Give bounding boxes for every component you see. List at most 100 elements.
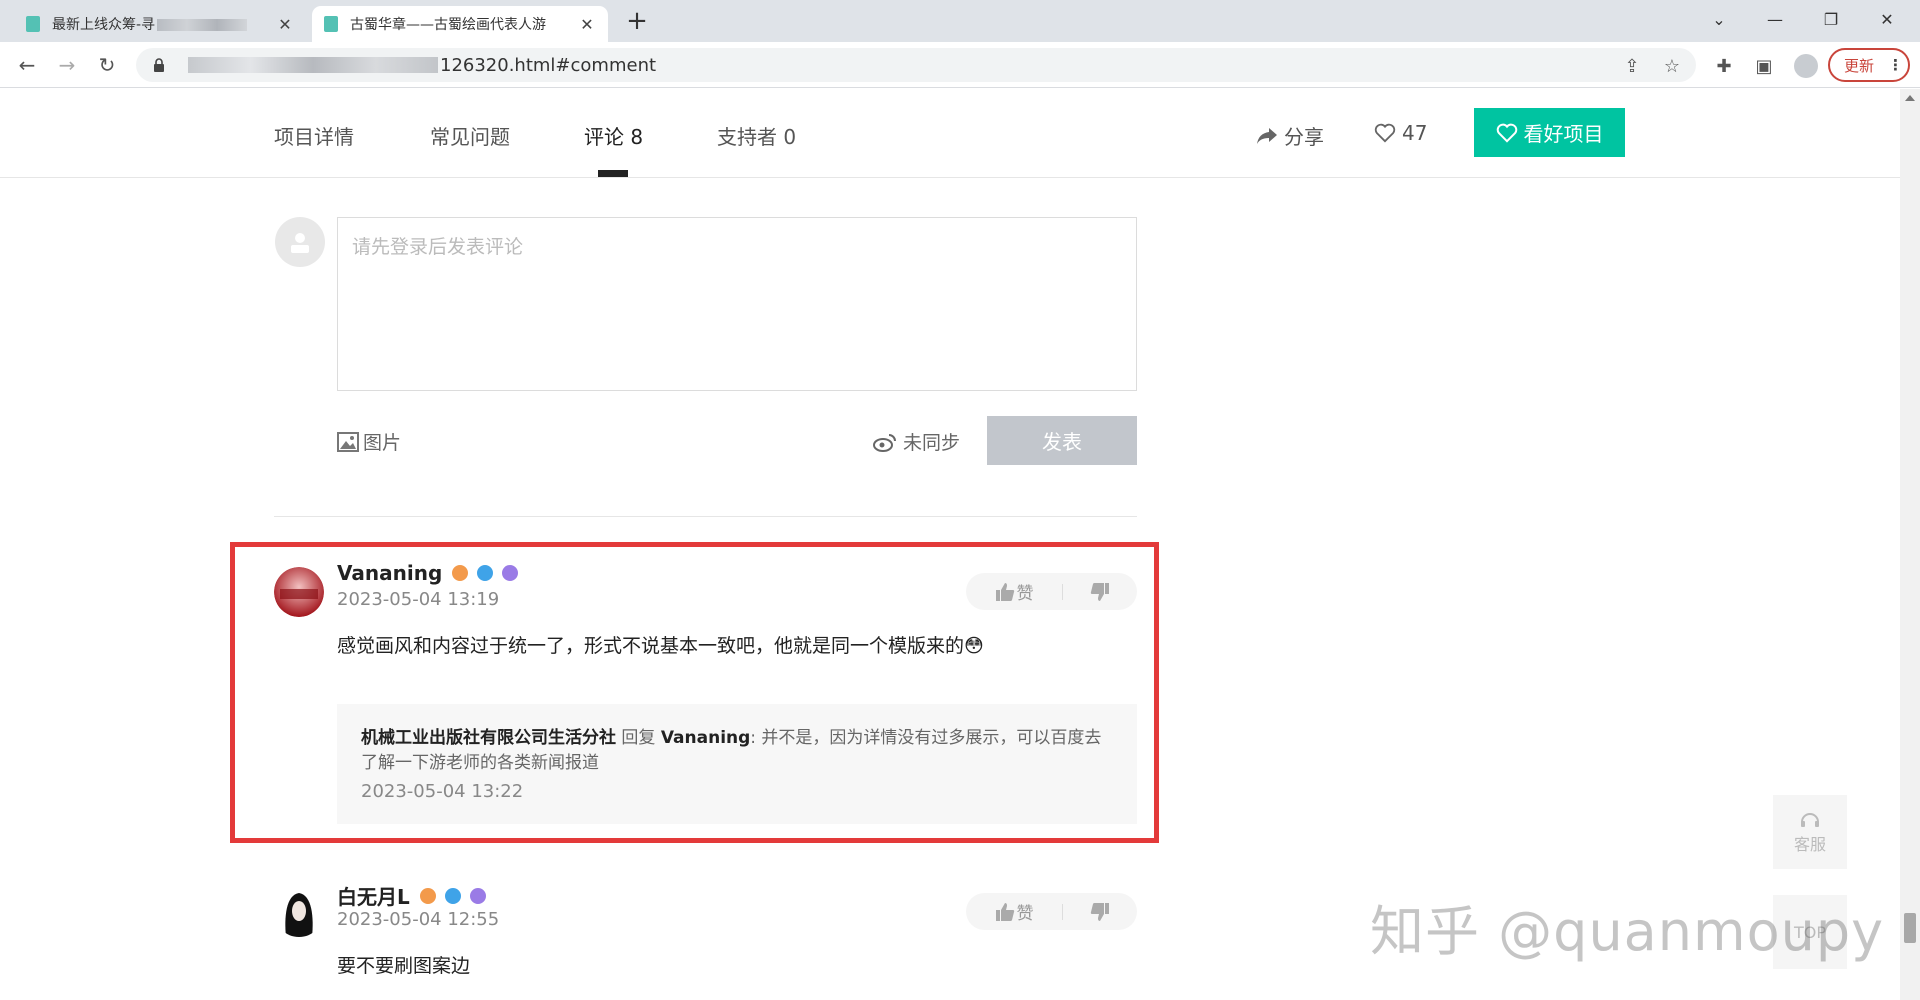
reply-action: 回复 bbox=[616, 728, 661, 748]
verified-badge-icon bbox=[442, 885, 463, 906]
url-text: 126320.html#comment bbox=[440, 54, 657, 76]
comment-input-box[interactable] bbox=[337, 217, 1137, 391]
watermark-text: 知乎 @quanmoupy bbox=[1370, 900, 1885, 963]
address-bar-row: ← → ↻ 126320.html#comment ⇪ ☆ ✚ ▣ bbox=[0, 42, 1920, 88]
weibo-sync-toggle[interactable]: 未同步 bbox=[873, 428, 960, 455]
add-image-button[interactable]: 图片 bbox=[337, 428, 401, 455]
site-favicon-icon bbox=[324, 16, 338, 32]
browser-tab-title: 最新上线众筹-寻 bbox=[52, 14, 276, 34]
restore-icon[interactable]: ❐ bbox=[1808, 0, 1854, 38]
comment-time: 2023-05-04 13:19 bbox=[337, 589, 500, 610]
like-count-button[interactable]: 47 bbox=[1374, 121, 1427, 145]
dislike-button[interactable] bbox=[1063, 902, 1137, 922]
vote-bar: 赞 bbox=[966, 573, 1137, 610]
update-button[interactable]: 更新 ⋮ bbox=[1828, 48, 1910, 82]
share-label: 分享 bbox=[1284, 125, 1324, 149]
vote-bar: 赞 bbox=[966, 893, 1137, 930]
page-scrollbar[interactable] bbox=[1900, 89, 1920, 1000]
heart-outline-icon bbox=[1374, 123, 1396, 143]
bookmark-star-icon[interactable]: ☆ bbox=[1662, 56, 1682, 77]
url-field[interactable]: 126320.html#comment bbox=[136, 48, 1696, 82]
comment-time: 2023-05-04 12:55 bbox=[337, 909, 500, 930]
level-badge-icon bbox=[417, 885, 438, 906]
share-button[interactable]: 分享 bbox=[1256, 121, 1324, 150]
close-window-icon[interactable]: ✕ bbox=[1864, 0, 1910, 38]
minimize-icon[interactable]: — bbox=[1752, 0, 1798, 38]
commenter-name[interactable]: 白无月L bbox=[337, 881, 488, 910]
reply-author[interactable]: 机械工业出版社有限公司生活分社 bbox=[361, 728, 616, 748]
new-tab-button[interactable]: + bbox=[622, 6, 652, 36]
commenter-name[interactable]: Vananing bbox=[337, 561, 521, 585]
sync-label: 未同步 bbox=[903, 432, 961, 454]
commenter-name-text: 白无月L bbox=[337, 885, 410, 909]
reply-item: 机械工业出版社有限公司生活分社 回复 Vananing: 并不是，因为详情没有过… bbox=[337, 704, 1137, 824]
commenter-avatar-image bbox=[274, 567, 324, 617]
browser-tab-title: 古蜀华章——古蜀绘画代表人游 bbox=[350, 17, 546, 33]
verified-badge-icon bbox=[475, 563, 496, 583]
more-menu-icon[interactable]: ⋮ bbox=[1888, 56, 1903, 74]
project-subnav: 项目详情 常见问题 评论 8 支持者 0 分享 47 看好项目 bbox=[0, 89, 1900, 178]
thumbs-up-icon bbox=[995, 902, 1014, 921]
active-tab-indicator bbox=[598, 170, 628, 177]
post-comment-button[interactable]: 发表 bbox=[987, 416, 1137, 465]
comment-item: 白无月L 2023-05-04 12:55 赞 要不要刷图案边 bbox=[274, 885, 1137, 1000]
thumbs-up-icon bbox=[995, 582, 1014, 601]
add-image-label: 图片 bbox=[363, 432, 402, 454]
blurred-url bbox=[188, 57, 438, 73]
share-page-icon[interactable]: ⇪ bbox=[1622, 56, 1642, 77]
blurred-text bbox=[157, 19, 248, 31]
close-tab-icon[interactable]: ✕ bbox=[578, 15, 596, 34]
back-button[interactable]: ← bbox=[12, 50, 42, 80]
profile-avatar-icon[interactable] bbox=[1794, 54, 1818, 78]
image-icon bbox=[337, 431, 359, 452]
favorite-project-button[interactable]: 看好项目 bbox=[1474, 108, 1625, 157]
star-badge-icon bbox=[500, 563, 521, 583]
like-button[interactable]: 赞 bbox=[966, 579, 1062, 604]
customer-service-label: 客服 bbox=[1793, 835, 1826, 854]
commenter-avatar[interactable] bbox=[274, 887, 324, 937]
headset-icon bbox=[1801, 813, 1819, 827]
thumbs-down-icon bbox=[1090, 902, 1109, 921]
commenter-avatar[interactable] bbox=[274, 567, 324, 617]
reload-button[interactable]: ↻ bbox=[92, 50, 122, 80]
dislike-button[interactable] bbox=[1063, 582, 1137, 602]
tab-supporters[interactable]: 支持者 0 bbox=[717, 121, 796, 150]
thumbs-down-icon bbox=[1090, 582, 1109, 601]
tab-faq[interactable]: 常见问题 bbox=[430, 121, 510, 150]
like-label: 赞 bbox=[1016, 584, 1034, 604]
favorite-label: 看好项目 bbox=[1523, 122, 1604, 146]
close-tab-icon[interactable]: ✕ bbox=[276, 15, 294, 34]
like-label: 赞 bbox=[1016, 904, 1034, 924]
star-badge-icon bbox=[467, 885, 488, 906]
forward-button[interactable]: → bbox=[52, 50, 82, 80]
customer-service-button[interactable]: 客服 bbox=[1773, 795, 1847, 869]
update-label: 更新 bbox=[1844, 56, 1875, 75]
extensions-icon[interactable]: ✚ bbox=[1714, 56, 1734, 77]
tab-search-icon[interactable]: ⌄ bbox=[1696, 0, 1742, 38]
scroll-up-icon[interactable] bbox=[1905, 95, 1915, 101]
browser-tab[interactable]: 最新上线众筹-寻 ✕ bbox=[14, 6, 306, 42]
tab-project-details[interactable]: 项目详情 bbox=[274, 121, 354, 150]
like-button[interactable]: 赞 bbox=[966, 899, 1062, 924]
comment-text: 要不要刷图案边 bbox=[337, 955, 471, 977]
browser-tab-bar: 最新上线众筹-寻 ✕ 古蜀华章——古蜀绘画代表人游 ✕ + ⌄ — ❐ ✕ bbox=[0, 0, 1920, 42]
page-content: 项目详情 常见问题 评论 8 支持者 0 分享 47 看好项目 图片 未同步 发… bbox=[0, 89, 1900, 1000]
comment-item: Vananing 2023-05-04 13:19 赞 感觉画风和内容过于统一了… bbox=[274, 561, 1137, 827]
scrollbar-thumb[interactable] bbox=[1904, 913, 1916, 943]
browser-tab-active[interactable]: 古蜀华章——古蜀绘画代表人游 ✕ bbox=[312, 6, 608, 42]
section-divider bbox=[274, 516, 1137, 517]
side-panel-icon[interactable]: ▣ bbox=[1754, 56, 1774, 77]
level-badge-icon bbox=[450, 563, 471, 583]
site-favicon-icon bbox=[26, 16, 40, 32]
heart-icon bbox=[1496, 123, 1517, 143]
lock-icon bbox=[154, 58, 164, 72]
weibo-icon bbox=[873, 433, 896, 452]
comment-input[interactable] bbox=[352, 232, 1122, 376]
tab-comments[interactable]: 评论 8 bbox=[584, 121, 643, 150]
reply-target[interactable]: Vananing bbox=[661, 728, 750, 748]
commenter-avatar-image bbox=[274, 887, 324, 937]
reply-time: 2023-05-04 13:22 bbox=[361, 781, 524, 802]
user-placeholder-icon bbox=[291, 233, 309, 253]
current-user-avatar bbox=[275, 217, 325, 267]
commenter-name-text: Vananing bbox=[337, 561, 443, 585]
